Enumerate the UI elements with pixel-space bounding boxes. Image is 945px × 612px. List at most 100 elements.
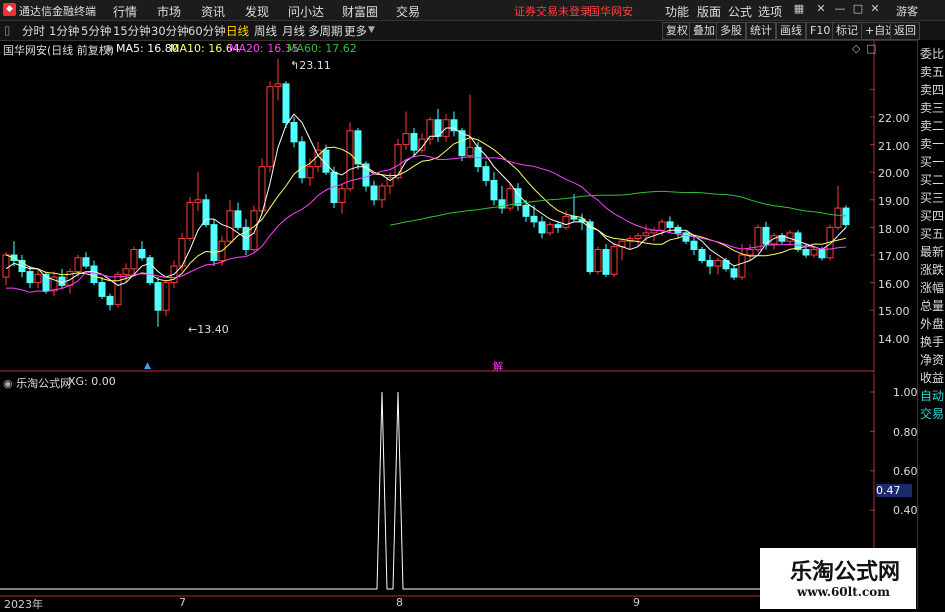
sidebar-item-weibi[interactable]: 委比	[920, 45, 945, 63]
tab-1min[interactable]: 1分钟	[49, 23, 79, 39]
sidebar-item-change-pct[interactable]: 涨幅	[920, 279, 945, 297]
price-tick: 19.00	[878, 195, 910, 208]
candle-body	[762, 226, 770, 245]
unlock-marker[interactable]: 解	[493, 358, 503, 373]
diamond-icon[interactable]: ◇	[852, 42, 860, 55]
menu-assistant[interactable]: 问小达	[288, 3, 324, 20]
sidebar-item-sell5[interactable]: 卖五	[920, 63, 945, 81]
quote-sidebar: 委比 卖五 卖四 卖三 卖二 卖一 买一 买二 买三 买四 买五 最新 涨跌 涨…	[917, 40, 945, 609]
sidebar-item-outer[interactable]: 外盘	[920, 315, 945, 333]
event-marker-icon[interactable]: ▲	[144, 361, 151, 371]
candle-body	[610, 246, 618, 275]
candle-body	[202, 199, 210, 226]
menu-formula[interactable]: 公式	[728, 3, 752, 20]
maximize-icon[interactable]: □	[851, 2, 865, 16]
candle-body	[90, 265, 98, 284]
tab-daily[interactable]: 日线	[226, 23, 249, 39]
login-status[interactable]: 证券交易未登录	[514, 3, 591, 19]
back-button[interactable]: 返回	[890, 22, 920, 40]
candle-body	[58, 276, 66, 286]
mark-button[interactable]: 标记	[832, 22, 862, 40]
multi-stock-button[interactable]: 多股	[716, 22, 746, 40]
menu-info[interactable]: 资讯	[201, 3, 225, 20]
sidebar-item-buy1[interactable]: 买一	[920, 153, 945, 171]
indicator-tick: 0.40	[893, 504, 918, 517]
menu-wealth[interactable]: 财富圈	[342, 3, 378, 20]
menu-layout[interactable]: 版面	[697, 3, 721, 20]
sidebar-item-sell4[interactable]: 卖四	[920, 81, 945, 99]
sidebar-item-buy5[interactable]: 买五	[920, 225, 945, 243]
tab-timeshare[interactable]: 分时	[22, 23, 45, 39]
expand-icon[interactable]: □	[866, 42, 876, 55]
tab-5min[interactable]: 5分钟	[81, 23, 111, 39]
candle-body	[162, 282, 170, 311]
sidebar-item-volume[interactable]: 总量	[920, 297, 945, 315]
overlay-button[interactable]: 叠加	[689, 22, 719, 40]
sidebar-item-latest[interactable]: 最新	[920, 243, 945, 261]
candle-body	[530, 215, 538, 223]
sidebar-item-sell3[interactable]: 卖三	[920, 99, 945, 117]
watermark-title: 乐淘公式网	[790, 560, 901, 585]
candle-body	[274, 83, 282, 88]
candle-body	[706, 260, 714, 267]
candle-body	[226, 210, 234, 242]
more-chevron-icon[interactable]: ▼	[368, 25, 375, 35]
close-small-icon[interactable]: ✕	[814, 2, 828, 16]
guest-user[interactable]: 游客	[896, 3, 918, 19]
candle-body	[138, 248, 146, 259]
tab-monthly[interactable]: 月线	[282, 23, 305, 39]
price-tick: 16.00	[878, 278, 910, 291]
candle-body	[466, 146, 474, 157]
tab-weekly[interactable]: 周线	[254, 23, 277, 39]
price-tick: 14.00	[878, 333, 910, 346]
close-icon[interactable]: ✕	[868, 2, 882, 16]
candle-body	[810, 248, 818, 256]
sidebar-item-buy2[interactable]: 买二	[920, 171, 945, 189]
tab-30min[interactable]: 30分钟	[151, 23, 189, 39]
toolbar-menu-icon[interactable]: ▯	[4, 23, 10, 37]
candle-body	[34, 273, 42, 284]
adjust-button[interactable]: 复权	[662, 22, 692, 40]
sidebar-item-turnover[interactable]: 换手	[920, 333, 945, 351]
sidebar-item-auto[interactable]: 自动	[920, 387, 945, 405]
menu-discover[interactable]: 发现	[245, 3, 269, 20]
stock-name: 国华网安	[589, 5, 633, 18]
candlestick-chart[interactable]	[0, 40, 875, 372]
tab-multi-period[interactable]: 多周期	[308, 23, 343, 39]
menu-market[interactable]: 市场	[157, 3, 181, 20]
sidebar-item-net-assets[interactable]: 净资	[920, 351, 945, 369]
sidebar-item-buy4[interactable]: 买四	[920, 207, 945, 225]
tab-15min[interactable]: 15分钟	[113, 23, 151, 39]
candle-body	[370, 185, 378, 201]
sidebar-item-change[interactable]: 涨跌	[920, 261, 945, 279]
indicator-toggle-icon[interactable]: ◉	[3, 377, 16, 390]
tab-60min[interactable]: 60分钟	[188, 23, 226, 39]
price-tick: 20.00	[878, 167, 910, 180]
minimize-icon[interactable]: —	[833, 2, 847, 16]
tab-more[interactable]: 更多	[344, 23, 367, 39]
candle-body	[306, 166, 314, 179]
indicator-tick: 0.80	[893, 426, 918, 439]
sidebar-item-buy3[interactable]: 买三	[920, 189, 945, 207]
sidebar-item-trade[interactable]: 交易	[920, 405, 945, 423]
candle-body	[842, 207, 850, 226]
app-logo-icon: ◆	[3, 3, 16, 16]
f10-button[interactable]: F10	[806, 22, 835, 40]
sidebar-item-earnings[interactable]: 收益	[920, 369, 945, 387]
stats-button[interactable]: 统计	[746, 22, 776, 40]
menu-options[interactable]: 选项	[758, 3, 782, 20]
candle-body	[402, 133, 410, 146]
legend-toggle-icon[interactable]: ◉	[104, 42, 114, 55]
x-label-aug: 8	[396, 596, 403, 609]
draw-line-button[interactable]: 画线	[776, 22, 806, 40]
sidebar-item-sell1[interactable]: 卖一	[920, 135, 945, 153]
indicator-chart[interactable]	[0, 373, 875, 598]
candle-body	[586, 221, 594, 273]
sidebar-item-sell2[interactable]: 卖二	[920, 117, 945, 135]
menu-function[interactable]: 功能	[665, 3, 689, 20]
price-tick: 17.00	[878, 250, 910, 263]
menu-quotes[interactable]: 行情	[113, 3, 137, 20]
grid-icon[interactable]: ▦	[792, 2, 806, 16]
candle-body	[698, 248, 706, 262]
menu-trade[interactable]: 交易	[396, 3, 420, 20]
